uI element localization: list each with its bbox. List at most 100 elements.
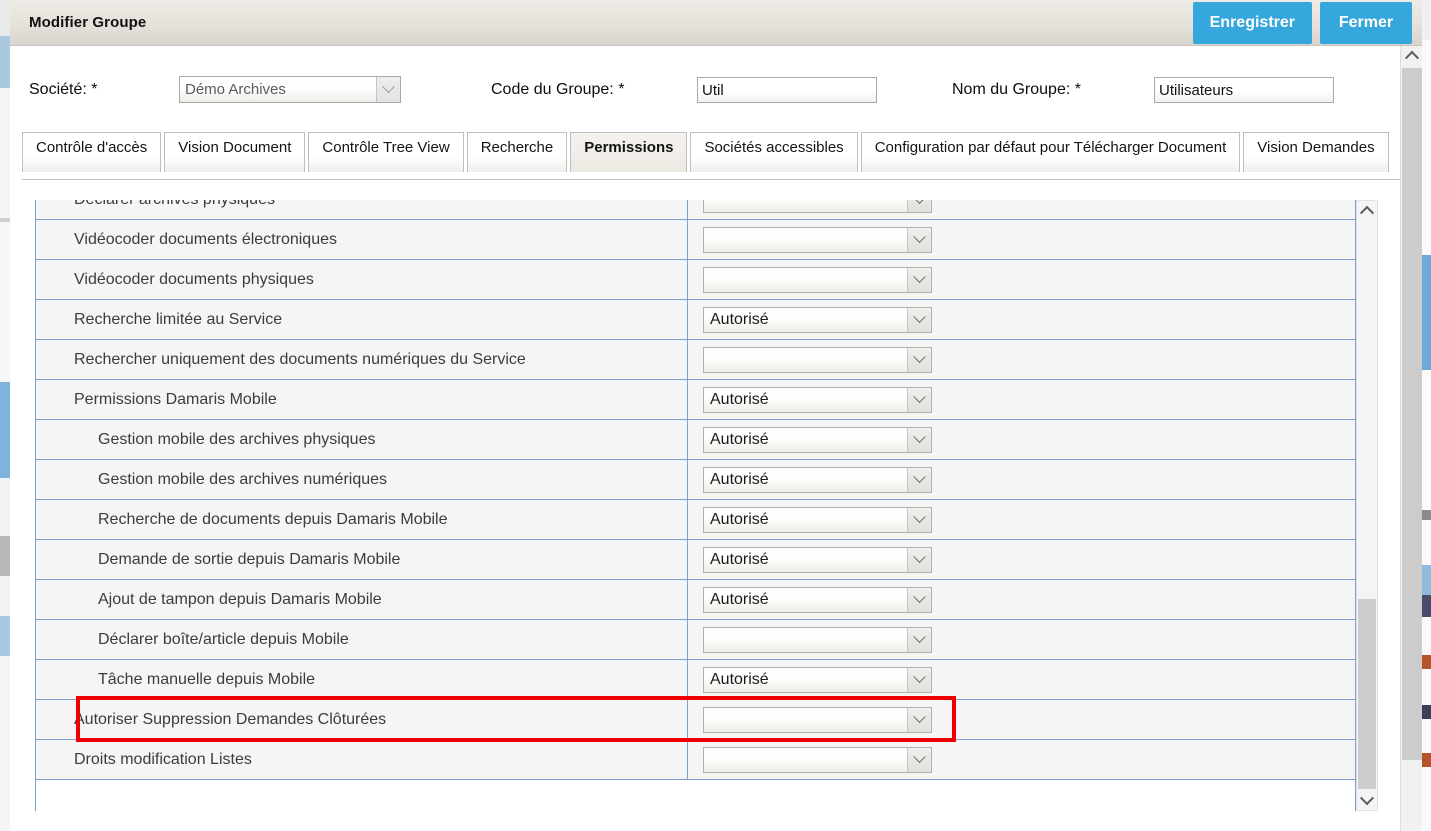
permission-select-value: Autorisé [710, 470, 769, 488]
tab-label: Sociétés accessibles [704, 139, 844, 156]
permission-select[interactable]: Autorisé [703, 466, 932, 493]
page-scroll-up-button[interactable] [1402, 46, 1422, 65]
nom-groupe-input[interactable] [1154, 77, 1334, 103]
permission-select[interactable]: Autorisé [703, 306, 932, 333]
scrollbar-thumb[interactable] [1358, 599, 1376, 789]
tab-2[interactable]: Contrôle Tree View [308, 132, 464, 172]
permission-select-value [704, 348, 907, 372]
chevron-down-icon [907, 587, 931, 612]
permission-row: Autoriser Suppression Demandes Clôturées [36, 700, 1355, 740]
permission-row: Déclarer boîte/article depuis Mobile [36, 620, 1355, 660]
permission-select-value: Autorisé [710, 590, 769, 608]
permission-select-value: Autorisé [710, 390, 769, 408]
permission-label: Ajout de tampon depuis Damaris Mobile [36, 580, 688, 619]
permission-label: Rechercher uniquement des documents numé… [36, 340, 688, 379]
chevron-down-icon [907, 347, 931, 372]
tab-3[interactable]: Recherche [466, 132, 568, 172]
permission-label: Déclarer archives physiques [36, 200, 688, 219]
permission-control-cell [688, 620, 1355, 659]
tab-4[interactable]: Permissions [570, 132, 688, 172]
chevron-down-icon [907, 707, 931, 732]
chevron-down-icon [907, 627, 931, 652]
permission-select-value [704, 748, 907, 772]
permission-select[interactable]: Autorisé [703, 506, 932, 533]
scrollbar-track[interactable] [1357, 219, 1377, 792]
permission-row: Recherche de documents depuis Damaris Mo… [36, 500, 1355, 540]
permission-row: Demande de sortie depuis Damaris Mobile A… [36, 540, 1355, 580]
background-window-left-edge [0, 0, 10, 831]
permission-select-value [704, 228, 907, 252]
permission-select[interactable]: Autorisé [703, 546, 932, 573]
permissions-scrollbar[interactable] [1356, 200, 1378, 811]
code-groupe-label: Code du Groupe: * [491, 81, 625, 98]
permission-label: Demande de sortie depuis Damaris Mobile [36, 540, 688, 579]
permission-label: Recherche limitée au Service [36, 300, 688, 339]
chevron-down-icon [376, 77, 400, 102]
permission-row: Déclarer archives physiques [36, 200, 1355, 220]
permissions-panel: Déclarer archives physiquesVidéocoder do… [22, 186, 1410, 826]
permission-label: Gestion mobile des archives numériques [36, 460, 688, 499]
permission-label: Gestion mobile des archives physiques [36, 420, 688, 459]
tab-5[interactable]: Sociétés accessibles [690, 132, 858, 172]
background-window-right-edge [1422, 0, 1431, 831]
modifier-groupe-dialog: Modifier Groupe Enregistrer Fermer Socié… [10, 0, 1422, 831]
tab-6[interactable]: Configuration par défaut pour Télécharge… [860, 132, 1241, 172]
save-button[interactable]: Enregistrer [1192, 2, 1312, 44]
permission-control-cell: Autorisé [688, 300, 1355, 339]
group-form-row: Société: * Démo Archives Code du Groupe:… [10, 46, 1422, 130]
chevron-down-icon [907, 547, 931, 572]
permission-select[interactable]: Autorisé [703, 386, 932, 413]
page-scrollbar-thumb[interactable] [1402, 68, 1422, 760]
titlebar-actions: Enregistrer Fermer [1192, 2, 1412, 44]
chevron-down-icon [907, 467, 931, 492]
tab-7[interactable]: Vision Demandes [1243, 132, 1389, 172]
tab-label: Configuration par défaut pour Télécharge… [874, 139, 1227, 156]
chevron-down-icon [907, 427, 931, 452]
permission-select[interactable]: Autorisé [703, 586, 932, 613]
permission-label: Vidéocoder documents électroniques [36, 220, 688, 259]
permission-row: Rechercher uniquement des documents numé… [36, 340, 1355, 380]
dialog-title: Modifier Groupe [29, 14, 147, 31]
permission-select[interactable] [703, 706, 932, 733]
permission-select-value [704, 268, 907, 292]
tab-label: Vision Demandes [1257, 139, 1375, 156]
tab-1[interactable]: Vision Document [164, 132, 306, 172]
tab-label: Permissions [584, 139, 674, 156]
tab-0[interactable]: Contrôle d'accès [22, 132, 162, 172]
scroll-down-button[interactable] [1357, 791, 1377, 810]
close-button[interactable]: Fermer [1320, 2, 1412, 44]
screen: Modifier Groupe Enregistrer Fermer Socié… [0, 0, 1431, 831]
permission-control-cell: Autorisé [688, 420, 1355, 459]
permissions-table-viewport: Déclarer archives physiquesVidéocoder do… [35, 200, 1356, 811]
permissions-table: Déclarer archives physiquesVidéocoder do… [36, 200, 1355, 780]
permission-label: Permissions Damaris Mobile [36, 380, 688, 419]
permission-select[interactable] [703, 266, 932, 293]
permission-row: Ajout de tampon depuis Damaris Mobile Aut… [36, 580, 1355, 620]
permission-select[interactable] [703, 346, 932, 373]
code-groupe-input[interactable] [697, 77, 877, 103]
tab-bar[interactable]: Contrôle d'accès Vision Document Contrôle … [22, 132, 1410, 180]
permission-label: Recherche de documents depuis Damaris Mo… [36, 500, 688, 539]
permission-select[interactable] [703, 626, 932, 653]
permission-control-cell: Autorisé [688, 500, 1355, 539]
permission-select-value [704, 200, 907, 212]
permission-select[interactable]: Autorisé [703, 426, 932, 453]
permission-select[interactable]: Autorisé [703, 666, 932, 693]
permission-select-value [704, 628, 907, 652]
permission-select[interactable] [703, 200, 932, 213]
permission-select-value: Autorisé [710, 670, 769, 688]
chevron-down-icon [907, 387, 931, 412]
societe-select[interactable]: Démo Archives [179, 76, 401, 103]
chevron-down-icon [907, 667, 931, 692]
permission-label: Vidéocoder documents physiques [36, 260, 688, 299]
chevron-down-icon [907, 507, 931, 532]
societe-value: Démo Archives [185, 81, 286, 98]
permission-select[interactable] [703, 226, 932, 253]
tab-label: Contrôle d'accès [36, 139, 148, 156]
permission-row: Vidéocoder documents électroniques [36, 220, 1355, 260]
page-scrollbar[interactable] [1400, 46, 1422, 831]
permission-select[interactable] [703, 746, 932, 773]
chevron-down-icon [907, 200, 931, 212]
tab-label: Vision Document [178, 139, 292, 156]
scroll-up-button[interactable] [1357, 201, 1377, 220]
